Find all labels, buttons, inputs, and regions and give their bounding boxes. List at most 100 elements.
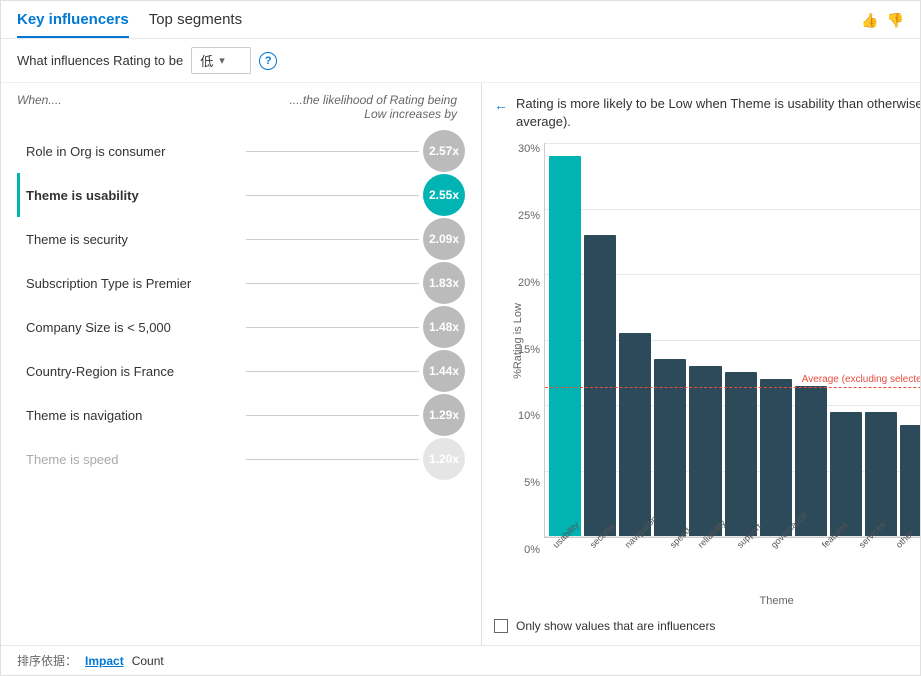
chart-area: 30%25%20%15%10%5%0% %Rating is Low Avera…	[494, 143, 920, 633]
influencer-bubble: 1.29x	[423, 394, 465, 436]
tab-bar: Key influencers Top segments	[17, 11, 242, 38]
help-icon[interactable]: ?	[259, 52, 277, 70]
influencer-line-area: 1.29x	[246, 405, 466, 425]
bar-col	[619, 143, 651, 536]
influencer-label: Country-Region is France	[26, 364, 246, 379]
sort-impact-link[interactable]: Impact	[85, 654, 124, 668]
y-axis-tick: 20%	[518, 277, 540, 289]
bar-col	[760, 143, 792, 536]
y-axis-title: %Rating is Low	[512, 303, 524, 379]
influencer-line	[246, 415, 420, 416]
influencer-line-area: 2.09x	[246, 229, 466, 249]
influencer-item[interactable]: Country-Region is France1.44x	[17, 349, 465, 393]
bars-wrapper	[545, 143, 920, 537]
header-actions: 👍 👎	[861, 12, 904, 37]
influencer-line	[246, 195, 420, 196]
right-panel: ← Rating is more likely to be Low when T…	[481, 83, 920, 645]
influencer-item[interactable]: Theme is navigation1.29x	[17, 393, 465, 437]
influencer-label: Role in Org is consumer	[26, 144, 246, 159]
bar-col	[900, 143, 920, 536]
bar-col	[725, 143, 757, 536]
influencer-item[interactable]: Theme is security2.09x	[17, 217, 465, 261]
y-axis-tick: 25%	[518, 210, 540, 222]
influencer-bubble: 2.09x	[423, 218, 465, 260]
influencer-line-area: 1.83x	[246, 273, 466, 293]
rating-dropdown[interactable]: 低 ▾	[191, 47, 251, 74]
influencer-item[interactable]: Theme is speed1.20x	[17, 437, 465, 481]
footer: 排序依据： Impact Count	[1, 645, 920, 675]
bar-col	[865, 143, 897, 536]
influencer-label: Theme is usability	[26, 188, 246, 203]
bar	[725, 372, 757, 536]
chart-header: ← Rating is more likely to be Low when T…	[494, 95, 920, 131]
influencer-bubble: 1.48x	[423, 306, 465, 348]
influencer-label: Subscription Type is Premier	[26, 276, 246, 291]
tab-key-influencers[interactable]: Key influencers	[17, 11, 129, 38]
influencer-line	[246, 283, 420, 284]
dropdown-value: 低	[200, 51, 213, 70]
x-axis-labels: usabilitysecuritynavigationspeedreliabil…	[544, 538, 920, 593]
influencer-item[interactable]: Company Size is < 5,0001.48x	[17, 305, 465, 349]
bar-chart-container: 30%25%20%15%10%5%0% %Rating is Low Avera…	[494, 143, 920, 611]
chevron-down-icon: ▾	[219, 54, 225, 67]
influencer-line	[246, 459, 420, 460]
header: Key influencers Top segments 👍 👎	[1, 1, 920, 39]
bar	[900, 425, 920, 536]
influencer-bubble: 2.57x	[423, 130, 465, 172]
bar	[689, 366, 721, 536]
influencer-line	[246, 371, 420, 372]
influencer-bubble: 1.83x	[423, 262, 465, 304]
influencer-label: Theme is navigation	[26, 408, 246, 423]
sort-label: 排序依据：	[17, 652, 77, 669]
influencer-line-area: 1.44x	[246, 361, 466, 381]
checkbox-area: Only show values that are influencers	[494, 611, 920, 633]
column-headers: When.... ....the likelihood of Rating be…	[17, 93, 465, 121]
bar-col	[549, 143, 581, 536]
influencers-checkbox[interactable]	[494, 619, 508, 633]
influencer-label: Theme is speed	[26, 452, 246, 467]
influencer-list: Role in Org is consumer2.57xTheme is usa…	[17, 129, 465, 481]
bar	[654, 359, 686, 536]
bar-col	[795, 143, 827, 536]
influencer-bubble: 1.44x	[423, 350, 465, 392]
bar	[619, 333, 651, 536]
bar	[549, 156, 581, 536]
left-panel: When.... ....the likelihood of Rating be…	[1, 83, 481, 645]
sort-count-link[interactable]: Count	[132, 654, 164, 668]
bar-col	[689, 143, 721, 536]
tab-top-segments[interactable]: Top segments	[149, 11, 242, 38]
influencer-item[interactable]: Theme is usability2.55x	[17, 173, 465, 217]
y-axis-tick: 0%	[524, 544, 540, 556]
influencer-line-area: 1.20x	[246, 449, 466, 469]
chart-inner: %Rating is Low Average (excluding select…	[544, 143, 920, 611]
y-axis-tick: 30%	[518, 143, 540, 155]
influencer-line-area: 2.57x	[246, 141, 466, 161]
bar	[760, 379, 792, 536]
influencer-label: Theme is security	[26, 232, 246, 247]
chart-title: Rating is more likely to be Low when The…	[516, 95, 920, 131]
bar-col	[830, 143, 862, 536]
influencer-item[interactable]: Subscription Type is Premier1.83x	[17, 261, 465, 305]
influencer-line-area: 2.55x	[246, 185, 466, 205]
main-content: When.... ....the likelihood of Rating be…	[1, 83, 920, 645]
thumbs-down-icon[interactable]: 👎	[887, 12, 904, 29]
x-axis-title: Theme	[544, 595, 920, 607]
influencer-bubble: 1.20x	[423, 438, 465, 480]
likelihood-label: ....the likelihood of Rating being Low i…	[277, 93, 457, 121]
bar-col	[584, 143, 616, 536]
influencer-label: Company Size is < 5,000	[26, 320, 246, 335]
influencer-line	[246, 327, 420, 328]
toolbar: What influences Rating to be 低 ▾ ?	[1, 39, 920, 83]
when-label: When....	[17, 93, 62, 107]
y-axis-tick: 5%	[524, 477, 540, 489]
influencer-line	[246, 151, 420, 152]
thumbs-up-icon[interactable]: 👍	[861, 12, 878, 29]
influencer-bubble: 2.55x	[423, 174, 465, 216]
influencer-line-area: 1.48x	[246, 317, 466, 337]
influencer-item[interactable]: Role in Org is consumer2.57x	[17, 129, 465, 173]
bar	[584, 235, 616, 536]
question-label: What influences Rating to be	[17, 53, 183, 68]
back-arrow-icon[interactable]: ←	[494, 97, 508, 113]
bar	[830, 412, 862, 536]
bar	[865, 412, 897, 536]
